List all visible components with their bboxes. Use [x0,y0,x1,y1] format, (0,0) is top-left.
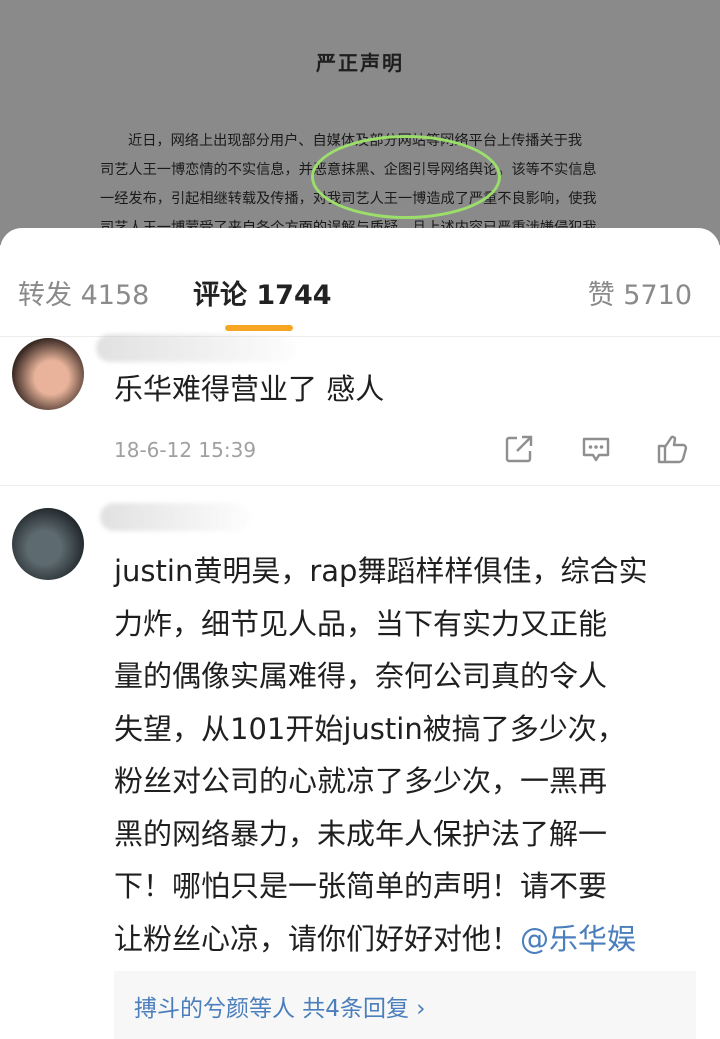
replies-preview[interactable]: 搏斗的兮颜等人 共4条回复 › [114,971,696,1039]
blurred-username [100,503,250,531]
comment-line: justin黄明昊，rap舞蹈样样俱佳，综合实 [114,554,648,588]
user-avatar[interactable] [12,338,84,410]
mention-link[interactable]: @乐华娱 [520,922,636,956]
divider [0,485,720,486]
comment-line: 粉丝对公司的心就凉了多少次，一黑再 [114,764,608,798]
comment-line: 让粉丝心凉，请你们好好对他！@乐华娱 [114,913,704,966]
comment-timestamp: 18-6-12 15:39 [114,438,257,462]
comment-line: 力炸，细节见人品，当下有实力又正能 [114,606,608,641]
active-tab-indicator [225,325,293,331]
highlight-circle [311,135,501,219]
share-icon[interactable] [503,433,535,465]
reply-icon[interactable] [580,433,612,465]
user-avatar[interactable] [12,508,84,580]
tab-bar: 转发 4158 评论 1744 赞 5710 [0,228,720,336]
tab-repost[interactable]: 转发 4158 [18,273,149,312]
comment-line: 失望，从101开始justin被搞了多少次， [114,711,626,746]
tab-comments[interactable]: 评论 1744 [193,273,332,312]
statement-document: 严正声明 近日，网络上出现部分用户、自媒体及部分网站等网络平台上传播关于我 司艺… [0,0,720,245]
comment-line: 量的偶像实属难得，奈何公司真的令人 [114,659,608,693]
like-icon[interactable] [656,433,690,465]
replies-link[interactable]: 搏斗的兮颜等人 共4条回复 › [134,989,425,1023]
tab-likes[interactable]: 赞 5710 [588,273,692,312]
comment-line: 下！哪怕只是一张简单的声明！请不要 [114,869,608,903]
blurred-username [96,334,296,362]
comment-text: 乐华难得营业了 感人 [114,372,385,406]
comment-line: 黑的网络暴力，未成年人保护法了解一 [114,816,608,851]
comment-line-text: 让粉丝心凉，请你们好好对他！ [114,921,521,956]
document-title: 严正声明 [316,51,404,75]
comment-text: justin黄明昊，rap舞蹈样样俱佳，综合实 力炸，细节见人品，当下有实力又正… [114,545,704,1018]
